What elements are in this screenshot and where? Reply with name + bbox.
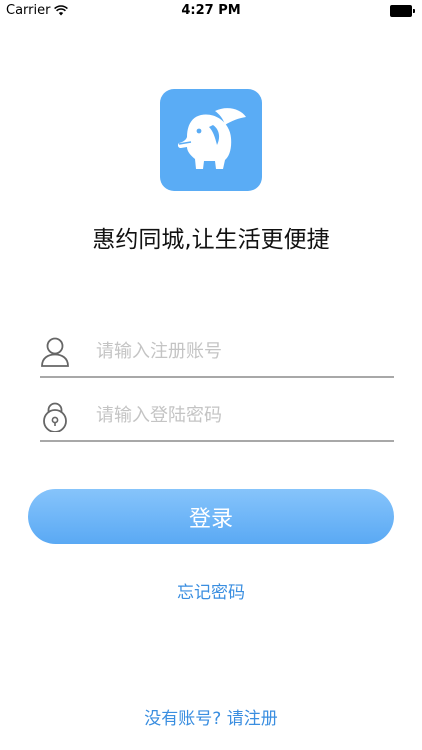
- login-button[interactable]: 登录: [28, 489, 394, 544]
- battery-icon: [390, 5, 416, 17]
- user-icon: [41, 337, 69, 367]
- username-field: [40, 332, 394, 378]
- slogan: 惠约同城,让生活更便捷: [92, 227, 330, 253]
- elephant-icon: [177, 108, 246, 169]
- status-bar: Carrier 4:27 PM: [0, 0, 422, 24]
- lock-icon: [43, 402, 67, 432]
- clock: 4:27 PM: [181, 3, 241, 18]
- password-field: [40, 396, 394, 442]
- app-logo: [160, 89, 262, 191]
- forgot-password-link[interactable]: 忘记密码: [0, 578, 422, 603]
- username-input[interactable]: [96, 334, 386, 368]
- password-input[interactable]: [96, 398, 386, 432]
- register-link[interactable]: 没有账号? 请注册: [0, 704, 422, 729]
